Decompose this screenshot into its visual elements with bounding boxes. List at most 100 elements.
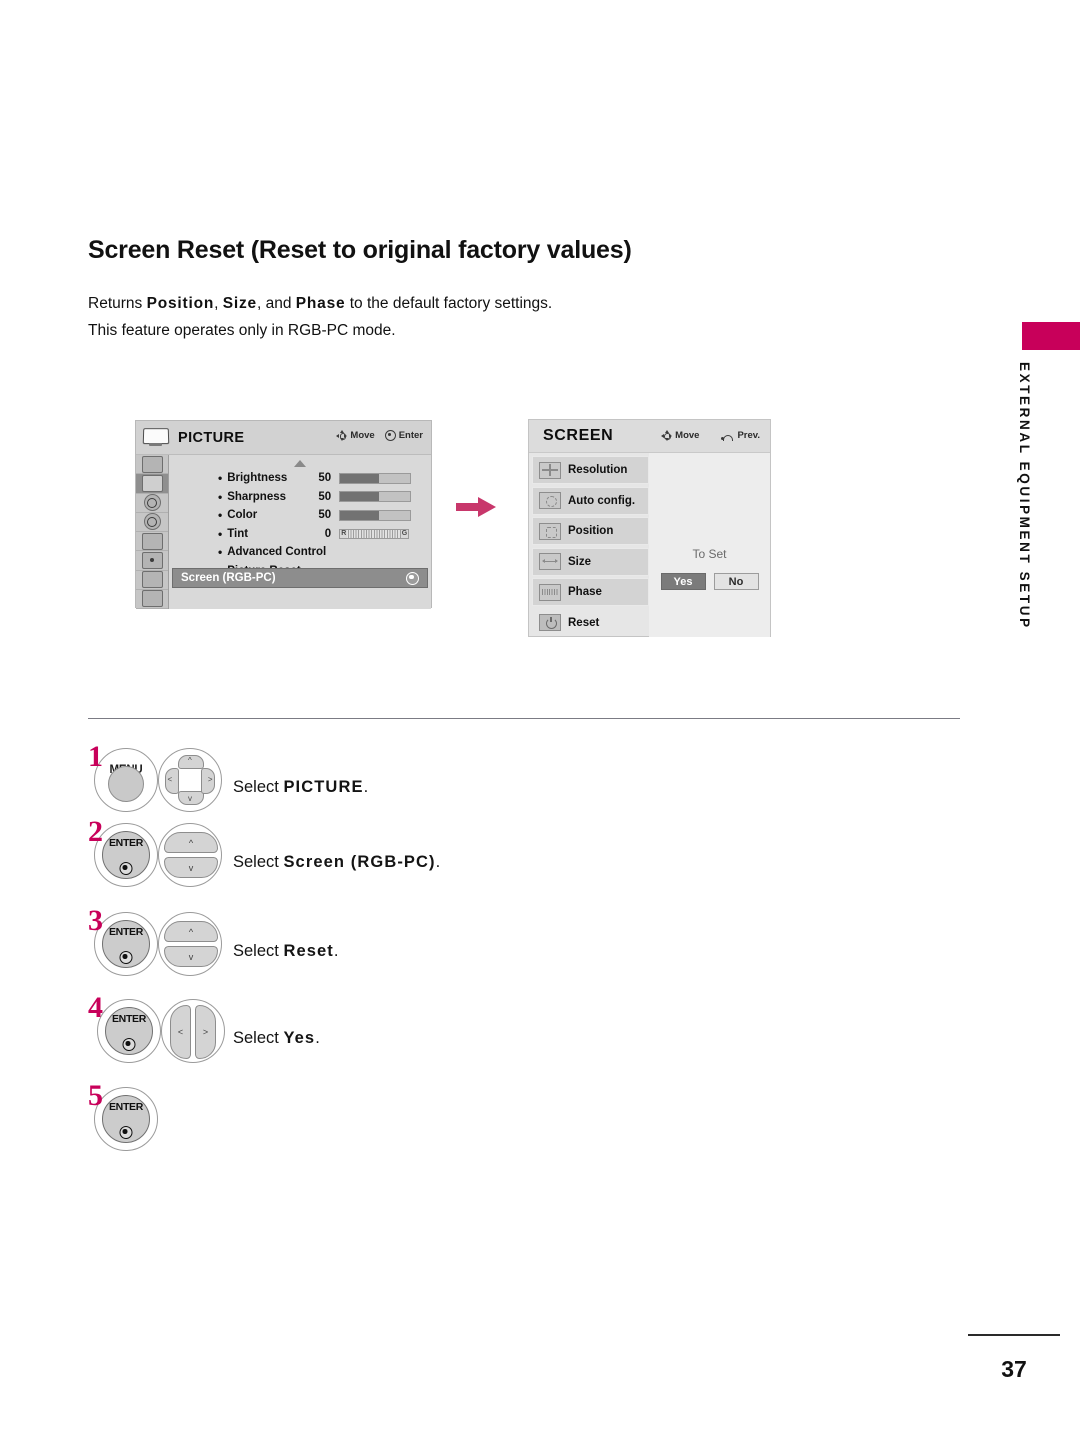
- intro-term-phase: Phase: [295, 295, 346, 312]
- dpad-icon: [336, 430, 348, 441]
- menu-row-sharpness[interactable]: • Sharpness 50: [169, 488, 431, 507]
- yes-button[interactable]: Yes: [660, 573, 706, 590]
- osd-screen-panel: SCREEN Move Prev. Resolution Auto config…: [528, 419, 771, 637]
- input-icon: [141, 571, 163, 589]
- step-instruction: Select Yes.: [233, 1029, 320, 1048]
- up-caret-icon[interactable]: [294, 460, 306, 467]
- osd-picture-body: • Brightness 50 • Sharpness 50 • Color 5…: [136, 455, 431, 609]
- enter-button[interactable]: ENTER: [94, 1087, 158, 1151]
- sidebar-item-setup[interactable]: [136, 455, 168, 475]
- section-color-tab: [1022, 322, 1080, 350]
- enter-button-label: ENTER: [108, 926, 144, 938]
- intro-sep-2: , and: [256, 295, 296, 312]
- size-icon: [539, 553, 561, 570]
- sidebar-item-time[interactable]: [136, 513, 168, 532]
- step-text-target: Screen (RGB-PC): [283, 853, 436, 871]
- step-number: 5: [88, 1079, 103, 1112]
- step-text-prefix: Select: [233, 853, 284, 871]
- intro-sep-1: ,: [214, 295, 223, 312]
- audio-icon: [143, 494, 161, 512]
- enter-button-label: ENTER: [111, 1013, 147, 1025]
- menu-row-value: 50: [318, 472, 332, 485]
- menu-row-color[interactable]: • Color 50: [169, 506, 431, 525]
- tint-right-mark: G: [400, 529, 409, 538]
- section-divider: [88, 718, 960, 719]
- leftright-rocker[interactable]: < >: [161, 999, 225, 1063]
- enter-dot-icon: [119, 1126, 133, 1139]
- prev-icon: [721, 431, 734, 441]
- slider-sharpness[interactable]: [339, 491, 412, 503]
- menu-row-label: Tint: [227, 527, 249, 540]
- sidebar-item-audio[interactable]: [136, 494, 168, 513]
- sidebar-item-picture[interactable]: [136, 474, 168, 494]
- osd-picture-title: PICTURE: [178, 429, 245, 446]
- bullet-icon: •: [218, 508, 223, 523]
- screen-item-auto-config[interactable]: Auto config.: [532, 486, 649, 515]
- sidebar-item-option[interactable]: [136, 532, 168, 552]
- menu-row-value: 0: [324, 527, 332, 540]
- enter-button[interactable]: ENTER: [94, 823, 158, 887]
- menu-row-label: Brightness: [227, 472, 288, 485]
- sidebar-item-usb[interactable]: [136, 590, 168, 609]
- bullet-icon: •: [218, 489, 223, 504]
- enter-button[interactable]: ENTER: [97, 999, 161, 1063]
- screen-item-reset[interactable]: Reset: [532, 609, 649, 637]
- to-set-label: To Set: [692, 547, 727, 561]
- hint-move-label: Move: [675, 430, 700, 441]
- osd-picture-hints: Move Enter: [336, 430, 423, 441]
- running-head: EXTERNAL EQUIPMENT SETUP: [1017, 362, 1032, 630]
- step-text-target: PICTURE: [283, 778, 364, 796]
- no-button[interactable]: No: [713, 573, 759, 590]
- screen-item-resolution[interactable]: Resolution: [532, 456, 649, 484]
- screen-item-label: Size: [568, 555, 592, 568]
- screen-item-position[interactable]: Position: [532, 517, 649, 545]
- menu-button-key[interactable]: [108, 765, 144, 802]
- menu-row-tint[interactable]: • Tint 0 R G: [169, 525, 431, 544]
- screen-item-size[interactable]: Size: [532, 547, 649, 576]
- menu-button[interactable]: MENU: [94, 748, 158, 812]
- lock-icon: [141, 551, 163, 569]
- setup-icon: [141, 455, 163, 473]
- step-number: 4: [88, 991, 103, 1024]
- step-instruction: Select PICTURE.: [233, 778, 368, 797]
- menu-row-label: Sharpness: [227, 490, 287, 503]
- leftright-icon: < >: [170, 1005, 216, 1059]
- screen-item-phase[interactable]: Phase: [532, 578, 649, 606]
- screen-item-label: Position: [568, 525, 614, 537]
- resolution-icon: [539, 461, 561, 479]
- step-text-target: Yes: [283, 1029, 316, 1047]
- intro-term-size: Size: [222, 295, 257, 312]
- slider-tint[interactable]: R G: [339, 528, 410, 539]
- menu-row-screen-rgb-pc[interactable]: Screen (RGB-PC): [172, 568, 428, 588]
- enter-button[interactable]: ENTER: [94, 912, 158, 976]
- footer-rule: [968, 1334, 1060, 1336]
- intro-line-1: Returns Position, Size, and Phase to the…: [88, 290, 552, 317]
- menu-row-value: 50: [318, 509, 332, 522]
- hint-enter-label: Enter: [398, 430, 423, 441]
- step-text-prefix: Select: [233, 942, 284, 960]
- hint-move: Move: [661, 430, 699, 441]
- step-number: 3: [88, 904, 103, 937]
- updown-rocker[interactable]: ^ v: [158, 912, 222, 976]
- dpad-icon: [661, 430, 673, 441]
- slider-brightness[interactable]: [339, 472, 412, 484]
- sidebar-item-lock[interactable]: [136, 551, 168, 571]
- usb-icon: [141, 590, 163, 608]
- enter-dot-icon: [119, 951, 133, 964]
- step-text-prefix: Select: [233, 778, 284, 796]
- step-number: 1: [88, 740, 103, 773]
- page-title: Screen Reset (Reset to original factory …: [88, 236, 632, 264]
- slider-color[interactable]: [339, 509, 412, 521]
- osd-picture-panel: PICTURE Move Enter • Brightness 50 • Sha…: [135, 420, 432, 609]
- dpad-4way[interactable]: ^ v < >: [158, 748, 222, 812]
- screen-item-label: Reset: [568, 616, 600, 629]
- hint-prev: Prev.: [721, 430, 760, 441]
- menu-row-brightness[interactable]: • Brightness 50: [169, 469, 431, 488]
- menu-row-advanced-control[interactable]: • Advanced Control: [169, 543, 431, 562]
- intro-line-2: This feature operates only in RGB-PC mod…: [88, 322, 396, 339]
- sidebar-item-input[interactable]: [136, 571, 168, 590]
- enter-dot-icon: [119, 862, 133, 875]
- updown-rocker[interactable]: ^ v: [158, 823, 222, 887]
- osd-picture-content: • Brightness 50 • Sharpness 50 • Color 5…: [169, 455, 431, 609]
- tint-left-mark: R: [340, 529, 348, 538]
